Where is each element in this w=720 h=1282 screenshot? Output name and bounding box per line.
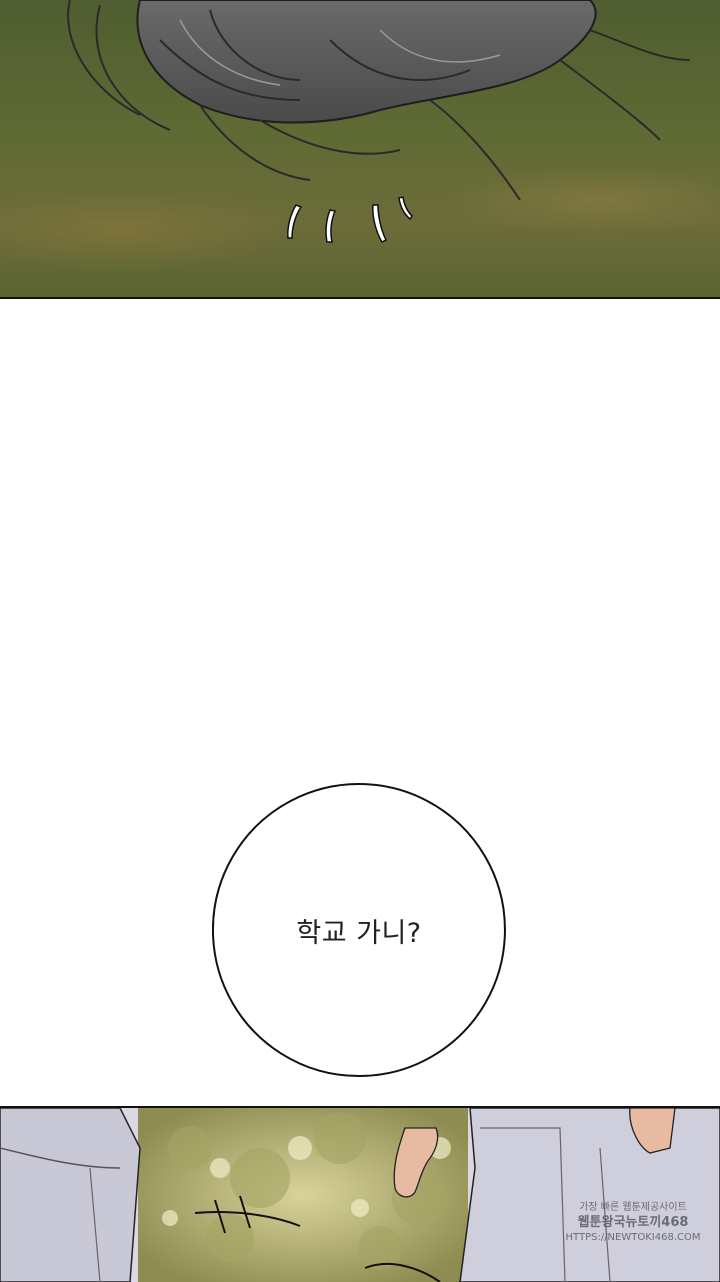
watermark: 가장 빠른 웹툰제공사이트 웹툰왕국뉴토끼468 HTTPS://NEWTOKI…: [548, 1200, 718, 1245]
speech-bubble: 학교 가니?: [212, 783, 506, 1077]
top-panel-grass-scene: [0, 0, 720, 299]
hair-illustration: [67, 0, 691, 243]
watermark-url: HTTPS://NEWTOKI468.COM: [565, 1232, 701, 1243]
speech-bubble-text: 학교 가니?: [296, 917, 422, 949]
students-illustration: [0, 1108, 720, 1282]
watermark-line1: 가장 빠른 웹툰제공사이트: [579, 1202, 687, 1213]
watermark-line2: 웹툰왕국뉴토끼468: [577, 1215, 689, 1230]
rustle-marks: [287, 196, 413, 243]
bottom-panel-students-scene: [0, 1106, 720, 1282]
